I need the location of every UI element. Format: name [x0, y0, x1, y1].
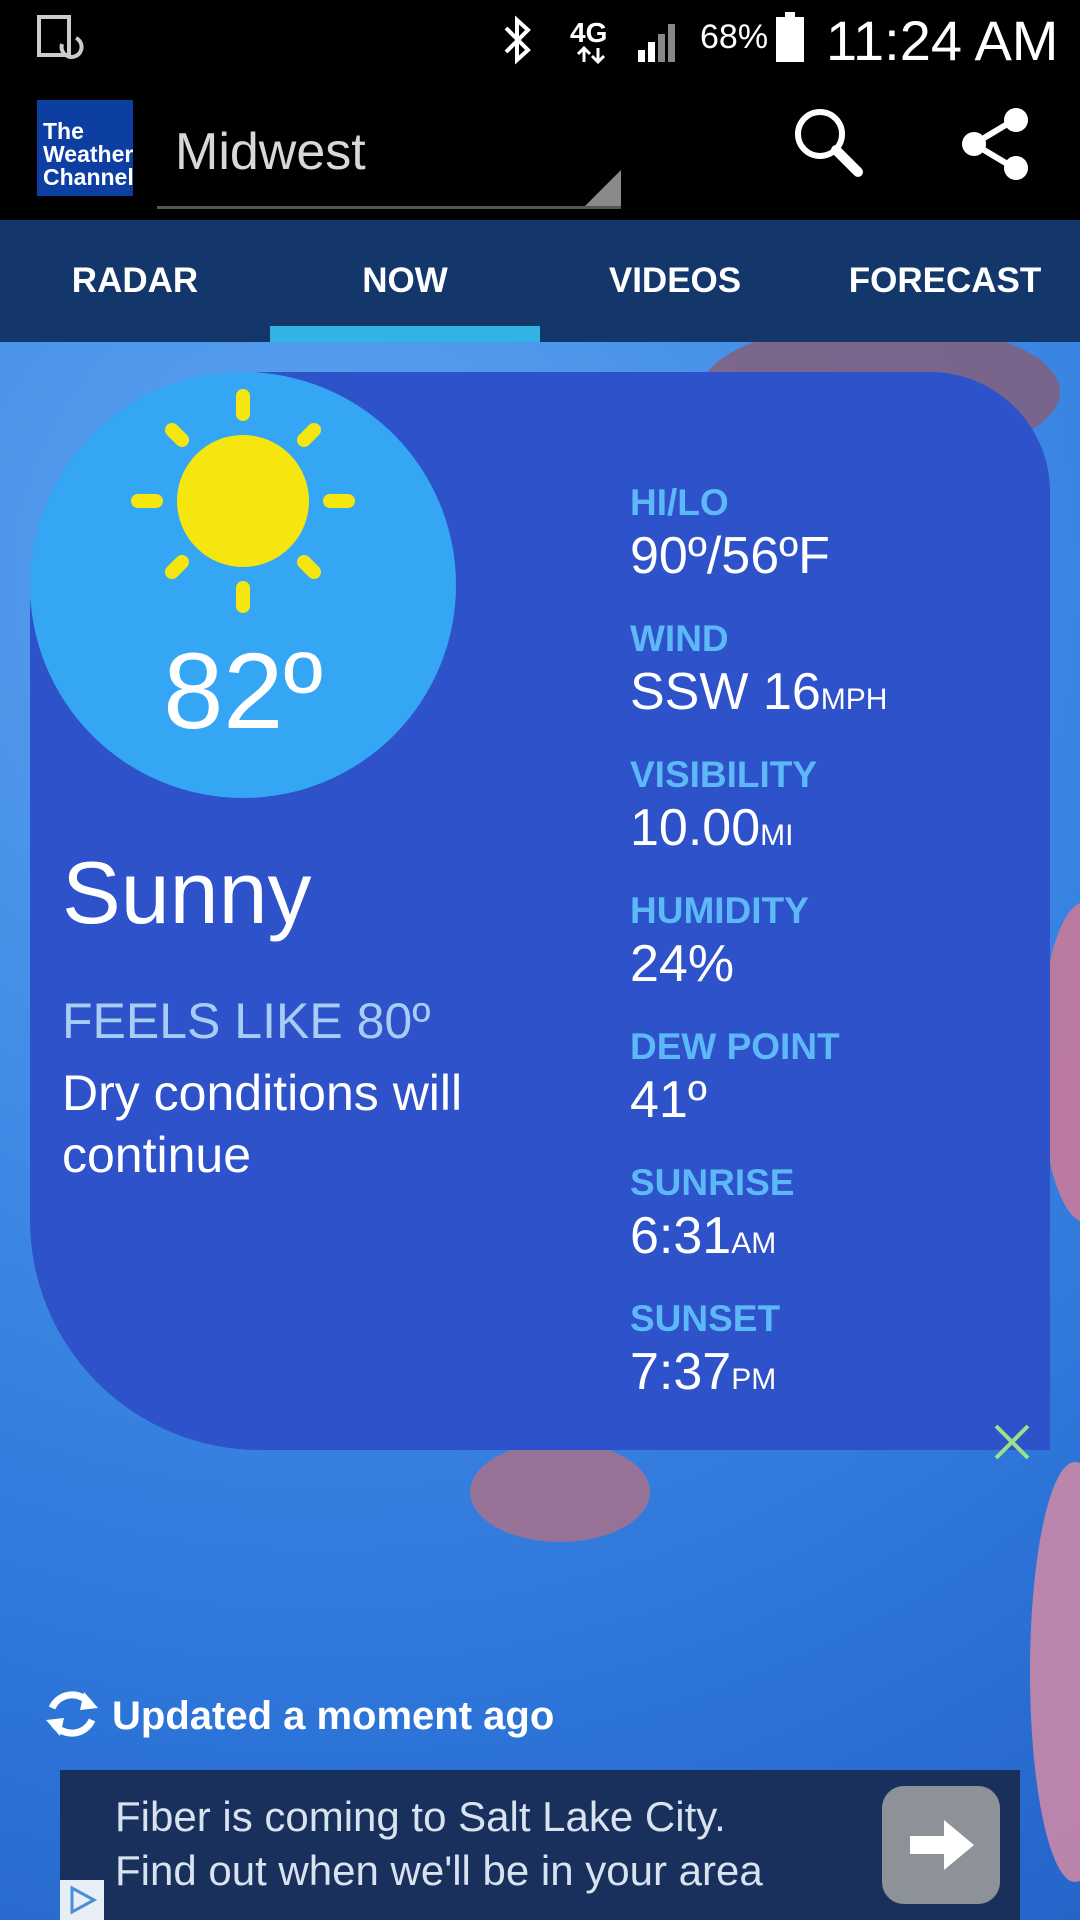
stat-value: 90º/56ºF	[630, 526, 830, 586]
sun-icon	[131, 389, 355, 613]
stat-unit: MPH	[820, 683, 888, 716]
stat-value: 6:31AM	[630, 1206, 794, 1266]
arrow-right-icon	[910, 1820, 974, 1870]
refresh-icon[interactable]	[40, 1682, 104, 1746]
app-bar: The Weather Channel Midwest	[0, 80, 1080, 220]
tab-now[interactable]: NOW	[270, 220, 540, 342]
ad-arrow-button[interactable]	[882, 1786, 1000, 1904]
tab-forecast[interactable]: FORECAST	[810, 220, 1080, 342]
current-conditions-card: 82º Sunny FEELS LIKE 80º Dry conditions …	[30, 372, 1050, 1460]
stat-label: WIND	[630, 618, 729, 659]
dropdown-triangle-icon	[585, 170, 621, 206]
current-temperature: 82º	[163, 630, 323, 751]
battery-icon	[776, 12, 804, 62]
stat-number: 7:37	[630, 1343, 732, 1401]
clock: 11:24 AM	[826, 9, 1059, 72]
screen-rotate-icon	[37, 15, 84, 59]
location-dropdown[interactable]: Midwest	[157, 100, 621, 209]
condition-text: Sunny	[62, 843, 312, 942]
stat-number: SSW 16	[630, 663, 821, 721]
ad-line: Find out when we'll be in your area	[115, 1847, 763, 1894]
feels-like: FEELS LIKE 80º	[62, 993, 431, 1049]
background-blossom	[470, 1442, 650, 1542]
content-area: 82º Sunny FEELS LIKE 80º Dry conditions …	[0, 342, 1080, 1920]
stat-hilo: HI/LO 90º/56ºF	[630, 482, 830, 586]
stat-label: SUNRISE	[630, 1162, 795, 1203]
stat-label: HUMIDITY	[630, 890, 809, 931]
status-bar: 4G 68% 11:24 AM	[0, 0, 1080, 80]
stat-number: 41º	[630, 1071, 707, 1129]
temperature-circle: 82º	[30, 372, 456, 798]
network-4g-icon: 4G	[570, 17, 607, 64]
stat-unit: AM	[731, 1227, 777, 1260]
forecast-description: Dry conditions will continue	[62, 1065, 463, 1183]
bluetooth-icon	[504, 15, 531, 65]
background-blossom	[1030, 1462, 1080, 1882]
stat-value: 41º	[630, 1070, 840, 1130]
stat-visibility: VISIBILITY 10.00MI	[630, 754, 817, 858]
location-label: Midwest	[175, 123, 366, 181]
ad-banner[interactable]: Fiber is coming to Salt Lake City. Find …	[60, 1770, 1020, 1920]
stat-number: 24%	[630, 935, 735, 993]
stat-number: 10.00	[630, 799, 761, 857]
stat-number: 6:31	[630, 1207, 732, 1265]
stat-label: VISIBILITY	[630, 754, 818, 795]
stat-number: 90º/56ºF	[630, 527, 830, 585]
stat-unit: MI	[760, 819, 794, 852]
stat-wind: WIND SSW 16MPH	[630, 618, 887, 722]
stat-value: 24%	[630, 934, 809, 994]
logo-line: Channel	[43, 164, 134, 190]
stat-value: SSW 16MPH	[630, 662, 887, 722]
stat-sunset: SUNSET 7:37PM	[630, 1298, 780, 1402]
weather-channel-logo[interactable]: The Weather Channel	[37, 100, 134, 196]
close-icon[interactable]	[992, 1422, 1032, 1462]
tab-bar: RADAR NOW VIDEOS FORECAST	[0, 220, 1080, 342]
stat-value: 7:37PM	[630, 1342, 780, 1402]
stat-humidity: HUMIDITY 24%	[630, 890, 809, 994]
stat-value: 10.00MI	[630, 798, 817, 858]
adchoices-icon[interactable]	[60, 1880, 104, 1920]
ad-text: Fiber is coming to Salt Lake City. Find …	[115, 1790, 763, 1898]
stat-label: SUNSET	[630, 1298, 781, 1339]
stat-unit: PM	[731, 1363, 777, 1396]
tab-videos[interactable]: VIDEOS	[540, 220, 810, 342]
search-icon[interactable]	[790, 104, 866, 180]
stat-label: HI/LO	[630, 482, 729, 523]
tab-radar[interactable]: RADAR	[0, 220, 270, 342]
stat-dew-point: DEW POINT 41º	[630, 1026, 840, 1130]
logo-line: The	[43, 118, 84, 144]
signal-icon	[638, 24, 675, 62]
share-icon[interactable]	[958, 106, 1034, 182]
svg-text:4G: 4G	[570, 17, 607, 48]
logo-line: Weather	[43, 141, 134, 167]
battery-percent: 68%	[700, 18, 769, 56]
updated-text: Updated a moment ago	[112, 1694, 555, 1738]
stat-label: DEW POINT	[630, 1026, 840, 1067]
stat-sunrise: SUNRISE 6:31AM	[630, 1162, 794, 1266]
ad-line: Fiber is coming to Salt Lake City.	[115, 1793, 726, 1840]
